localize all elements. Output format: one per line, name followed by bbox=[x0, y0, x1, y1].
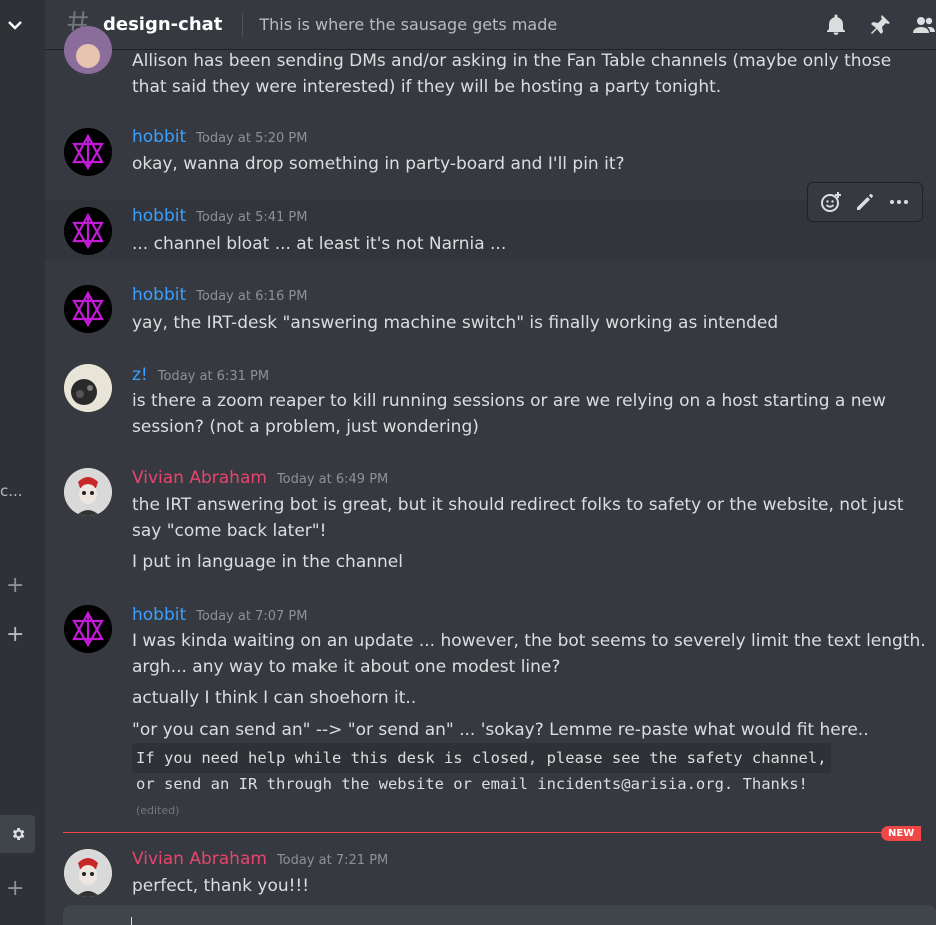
chevron-down-icon[interactable] bbox=[4, 14, 26, 36]
message-actions-toolbar bbox=[807, 182, 923, 222]
message-text: session? (not a problem, just wondering) bbox=[132, 417, 479, 437]
username[interactable]: Vivian Abraham Today at 7:21 PM bbox=[132, 849, 388, 869]
message-text: is there a zoom reaper to kill running s… bbox=[132, 391, 886, 411]
message-text: actually I think I can shoehorn it.. bbox=[132, 688, 417, 708]
channel-settings-button[interactable] bbox=[0, 815, 35, 853]
avatar[interactable] bbox=[64, 849, 112, 897]
username-text[interactable]: hobbit bbox=[132, 206, 186, 226]
message-text: say "come back later"! bbox=[132, 521, 327, 541]
timestamp: Today at 7:21 PM bbox=[276, 853, 389, 868]
sidebar-truncated-label[interactable]: c... bbox=[0, 482, 23, 500]
new-messages-divider bbox=[63, 832, 881, 833]
timestamp: Today at 6:49 PM bbox=[276, 472, 389, 487]
message-text: Allison has been sending DMs and/or aski… bbox=[132, 51, 892, 71]
avatar[interactable] bbox=[64, 605, 112, 653]
new-badge: NEW bbox=[881, 826, 922, 841]
avatar[interactable] bbox=[64, 285, 112, 333]
channel-name: design-chat bbox=[103, 14, 223, 35]
username[interactable]: hobbit Today at 5:41 PM bbox=[132, 206, 307, 226]
channel-sidebar: c... + + + bbox=[0, 0, 45, 925]
username-text[interactable]: hobbit bbox=[132, 605, 186, 625]
timestamp: Today at 6:16 PM bbox=[196, 289, 308, 304]
username[interactable]: z! Today at 6:31 PM bbox=[132, 365, 269, 385]
text-cursor bbox=[131, 917, 132, 925]
username-text[interactable]: Vivian Abraham bbox=[132, 468, 267, 488]
username-text[interactable]: z! bbox=[132, 365, 148, 385]
message-text: I was kinda waiting on an update ... how… bbox=[132, 631, 926, 651]
avatar[interactable] bbox=[64, 207, 112, 255]
message-input[interactable] bbox=[63, 905, 936, 925]
edited-label: (edited) bbox=[136, 804, 180, 817]
avatar[interactable] bbox=[64, 468, 112, 516]
message-text: okay, wanna drop something in party-boar… bbox=[132, 154, 625, 174]
username-text[interactable]: Vivian Abraham bbox=[132, 849, 267, 869]
message-text: the IRT answering bot is great, but it s… bbox=[132, 495, 904, 515]
edit-icon[interactable] bbox=[853, 190, 877, 214]
username-text[interactable]: hobbit bbox=[132, 285, 186, 305]
gear-icon bbox=[12, 828, 24, 840]
plus-icon[interactable]: + bbox=[6, 878, 24, 900]
more-icon[interactable] bbox=[887, 190, 911, 214]
timestamp: Today at 5:41 PM bbox=[196, 210, 308, 225]
message-text: argh... any way to make it about one mod… bbox=[132, 657, 561, 677]
username[interactable]: Vivian Abraham Today at 6:49 PM bbox=[132, 468, 388, 488]
timestamp: Today at 5:20 PM bbox=[196, 131, 308, 146]
plus-icon[interactable]: + bbox=[6, 575, 24, 597]
username-text[interactable]: hobbit bbox=[132, 127, 186, 147]
add-reaction-icon[interactable] bbox=[819, 190, 843, 214]
avatar[interactable] bbox=[64, 128, 112, 176]
channel-header: design-chat This is where the sausage ge… bbox=[45, 0, 936, 50]
username[interactable]: hobbit Today at 7:07 PM bbox=[132, 605, 307, 625]
code-block-line: or send an IR through the website or ema… bbox=[136, 775, 808, 793]
message-text: that said they were interested) if they … bbox=[132, 77, 722, 97]
timestamp: Today at 7:07 PM bbox=[196, 609, 308, 624]
message-text: ... channel bloat ... at least it's not … bbox=[132, 234, 507, 254]
channel-topic[interactable]: This is where the sausage gets made bbox=[259, 15, 557, 34]
bell-icon[interactable] bbox=[824, 13, 848, 37]
members-icon[interactable] bbox=[912, 13, 936, 37]
pin-icon[interactable] bbox=[868, 13, 892, 37]
message-text: "or you can send an" --> "or send an" ..… bbox=[132, 720, 869, 740]
plus-icon[interactable]: + bbox=[6, 624, 24, 646]
avatar[interactable] bbox=[64, 26, 112, 74]
avatar[interactable] bbox=[64, 364, 112, 412]
header-divider bbox=[242, 12, 244, 37]
message-text: yay, the IRT-desk "answering machine swi… bbox=[132, 313, 779, 333]
username[interactable]: hobbit Today at 6:16 PM bbox=[132, 285, 307, 305]
message-text: I put in language in the channel bbox=[132, 552, 403, 572]
timestamp: Today at 6:31 PM bbox=[157, 369, 270, 384]
username[interactable]: hobbit Today at 5:20 PM bbox=[132, 127, 307, 147]
message-text: perfect, thank you!!! bbox=[132, 876, 310, 896]
